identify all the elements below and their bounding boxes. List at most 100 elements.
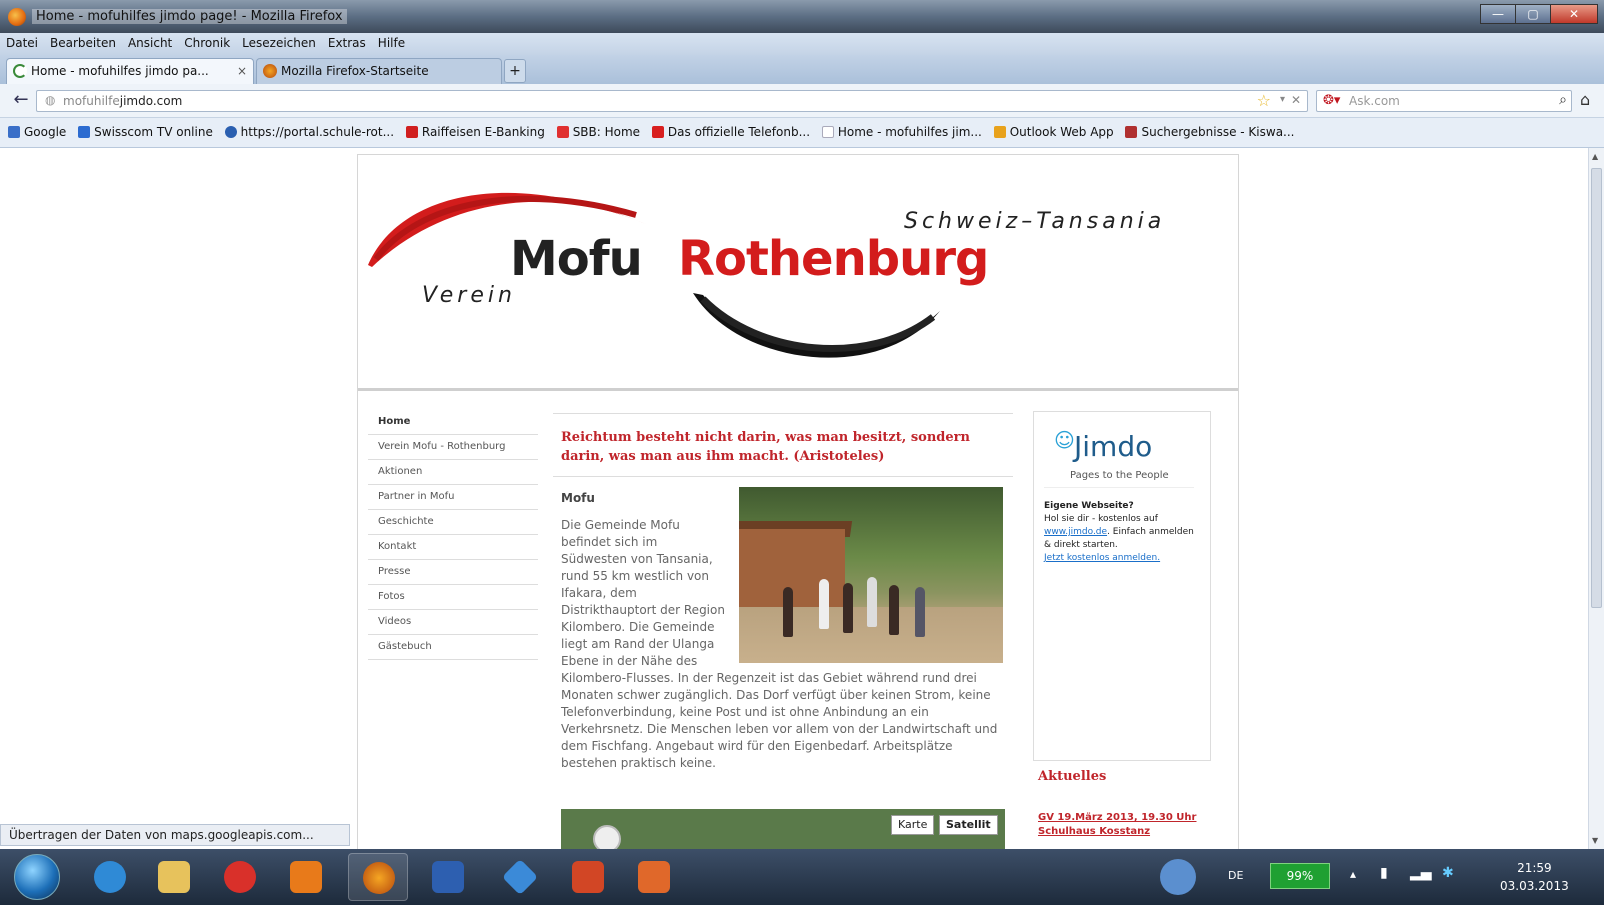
show-hidden-icons[interactable]: ▴ [1350, 867, 1356, 881]
maximize-button[interactable]: ▢ [1515, 4, 1551, 24]
bookmark-label: Outlook Web App [1009, 125, 1114, 139]
start-button[interactable] [14, 854, 60, 900]
nav-item-fotos[interactable]: Fotos [368, 585, 538, 610]
bookmark-label: Google [24, 125, 67, 139]
system-tray: DE 99% ▴ ▮ ▂▄ ✱ 21:59 03.03.2013 [1160, 853, 1604, 901]
nav-item-kontakt[interactable]: Kontakt [368, 535, 538, 560]
windows-taskbar: DE 99% ▴ ▮ ▂▄ ✱ 21:59 03.03.2013 [0, 849, 1604, 905]
network-center-icon[interactable] [1160, 859, 1196, 895]
scroll-down-icon[interactable]: ▼ [1592, 836, 1598, 845]
taskbar-firefox[interactable] [348, 853, 408, 901]
ie-icon [94, 861, 126, 893]
status-bar: Übertragen der Daten von maps.googleapis… [0, 824, 350, 846]
site-navigation: Home Verein Mofu - Rothenburg Aktionen P… [368, 410, 538, 660]
search-icon[interactable]: ⌕ [1559, 92, 1567, 108]
menu-extras[interactable]: Extras [322, 33, 372, 53]
app-icon [638, 861, 670, 893]
ask-engine-icon[interactable]: ❂▾ [1323, 93, 1340, 108]
firefox-window: Home - mofuhilfes jimdo page! - Mozilla … [0, 0, 1604, 905]
bookmark-label: Home - mofuhilfes jim... [837, 125, 982, 139]
menu-ansicht[interactable]: Ansicht [122, 33, 178, 53]
bookmark-swisscom[interactable]: Swisscom TV online [78, 118, 213, 146]
nav-item-verein[interactable]: Verein Mofu - Rothenburg [368, 435, 538, 460]
signup-link[interactable]: Jetzt kostenlos anmelden. [1044, 553, 1160, 563]
nav-item-videos[interactable]: Videos [368, 610, 538, 635]
minimize-button[interactable]: — [1480, 4, 1516, 24]
menu-chronik[interactable]: Chronik [178, 33, 236, 53]
taskbar-app-orange[interactable] [624, 853, 684, 901]
tab-home-mofuhilfes[interactable]: Home - mofuhilfes jimdo pa... × [6, 58, 254, 84]
nav-item-gaestebuch[interactable]: Gästebuch [368, 635, 538, 660]
nav-item-home[interactable]: Home [368, 410, 538, 435]
scroll-up-icon[interactable]: ▲ [1592, 152, 1598, 161]
taskbar-powerpoint[interactable] [558, 853, 618, 901]
dropdown-arrow-icon[interactable]: ▾ [1280, 94, 1285, 105]
menu-bearbeiten[interactable]: Bearbeiten [44, 33, 122, 53]
search-results-icon [1125, 126, 1138, 138]
vertical-scrollbar[interactable]: ▲ ▼ [1588, 148, 1604, 849]
stop-icon[interactable]: ✕ [1291, 93, 1301, 107]
folder-icon [158, 861, 190, 893]
jimdo-tagline: Pages to the People [1070, 470, 1169, 481]
map-pan-control[interactable] [593, 825, 621, 849]
jimdo-link[interactable]: www.jimdo.de [1044, 527, 1107, 537]
menu-datei[interactable]: Datei [0, 33, 44, 53]
clock[interactable]: 21:59 03.03.2013 [1500, 859, 1569, 895]
window-controls: — ▢ ✕ [1480, 4, 1598, 26]
language-indicator[interactable]: DE [1228, 869, 1243, 882]
search-placeholder: Ask.com [1349, 94, 1400, 108]
bookmark-sbb[interactable]: SBB: Home [556, 118, 640, 146]
bookmark-star-icon[interactable]: ☆ [1257, 91, 1271, 110]
back-button[interactable]: ← [8, 89, 34, 113]
app-icon [224, 861, 256, 893]
map-button-karte[interactable]: Karte [891, 815, 935, 835]
nav-item-geschichte[interactable]: Geschichte [368, 510, 538, 535]
battery-indicator[interactable]: 99% [1270, 863, 1330, 889]
google-map[interactable]: Karte Satellit [561, 809, 1005, 849]
bookmark-outlook[interactable]: Outlook Web App [993, 118, 1114, 146]
taskbar-word[interactable] [418, 853, 478, 901]
logo-mofu: Mofu [510, 231, 643, 287]
bookmark-google[interactable]: Google [8, 118, 66, 146]
bluetooth-icon[interactable]: ✱ [1442, 865, 1454, 881]
taskbar-explorer[interactable] [144, 853, 204, 901]
tab-close-icon[interactable]: × [237, 59, 247, 83]
menu-lesezeichen[interactable]: Lesezeichen [236, 33, 322, 53]
news-link[interactable]: GV 19.März 2013, 19.30 Uhr Schulhaus Kos… [1038, 811, 1198, 839]
bookmark-home-mofuhilfes[interactable]: Home - mofuhilfes jim... [821, 118, 982, 146]
page-viewport: Verein Mofu Rothenburg Schweiz–Tansania … [0, 148, 1588, 849]
nav-item-partner[interactable]: Partner in Mofu [368, 485, 538, 510]
bookmark-label: Suchergebnisse - Kiswa... [1141, 125, 1295, 139]
site-header: Verein Mofu Rothenburg Schweiz–Tansania [358, 155, 1238, 391]
website-page: Verein Mofu Rothenburg Schweiz–Tansania … [357, 154, 1239, 849]
bookmark-suchergebnisse[interactable]: Suchergebnisse - Kiswa... [1125, 118, 1294, 146]
nav-item-aktionen[interactable]: Aktionen [368, 460, 538, 485]
logo-verein: Verein [422, 283, 516, 308]
bookmark-label: Das offizielle Telefonb... [667, 125, 811, 139]
menu-hilfe[interactable]: Hilfe [372, 33, 411, 53]
url-subdomain: mofuhilfe [63, 94, 120, 108]
home-button[interactable]: ⌂ [1580, 90, 1590, 109]
taskbar-dropbox[interactable] [490, 853, 550, 901]
signal-icon[interactable]: ▂▄ [1410, 865, 1432, 881]
map-button-satellit[interactable]: Satellit [939, 815, 998, 835]
taskbar-app-red[interactable] [210, 853, 270, 901]
power-icon[interactable]: ▮ [1380, 865, 1388, 881]
tab-firefox-startseite[interactable]: Mozilla Firefox-Startseite [256, 58, 502, 84]
taskbar-internet-explorer[interactable] [80, 853, 140, 901]
scrollbar-thumb[interactable] [1591, 168, 1602, 608]
bookmark-portal-schule[interactable]: https://portal.schule-rot... [224, 118, 394, 146]
jimdo-wordmark: Jimdo [1074, 430, 1153, 463]
bookmark-raiffeisen[interactable]: Raiffeisen E-Banking [405, 118, 545, 146]
search-bar[interactable]: ❂▾ Ask.com ⌕ [1316, 90, 1572, 112]
nav-item-presse[interactable]: Presse [368, 560, 538, 585]
taskbar-media-player[interactable] [276, 853, 336, 901]
new-tab-button[interactable]: + [504, 59, 526, 83]
url-bar[interactable]: ◍ mofuhilfejimdo.com ☆ ▾ ✕ [36, 90, 1308, 112]
page-icon [821, 126, 834, 138]
body-text-narrow: Die Gemeinde Mofu befindet sich im Südwe… [561, 518, 725, 668]
jimdo-logo[interactable]: ☺ Jimdo Pages to the People [1044, 418, 1194, 488]
title-bar: Home - mofuhilfes jimdo page! - Mozilla … [0, 0, 1604, 33]
close-button[interactable]: ✕ [1550, 4, 1598, 24]
bookmark-telefonbuch[interactable]: Das offizielle Telefonb... [651, 118, 811, 146]
